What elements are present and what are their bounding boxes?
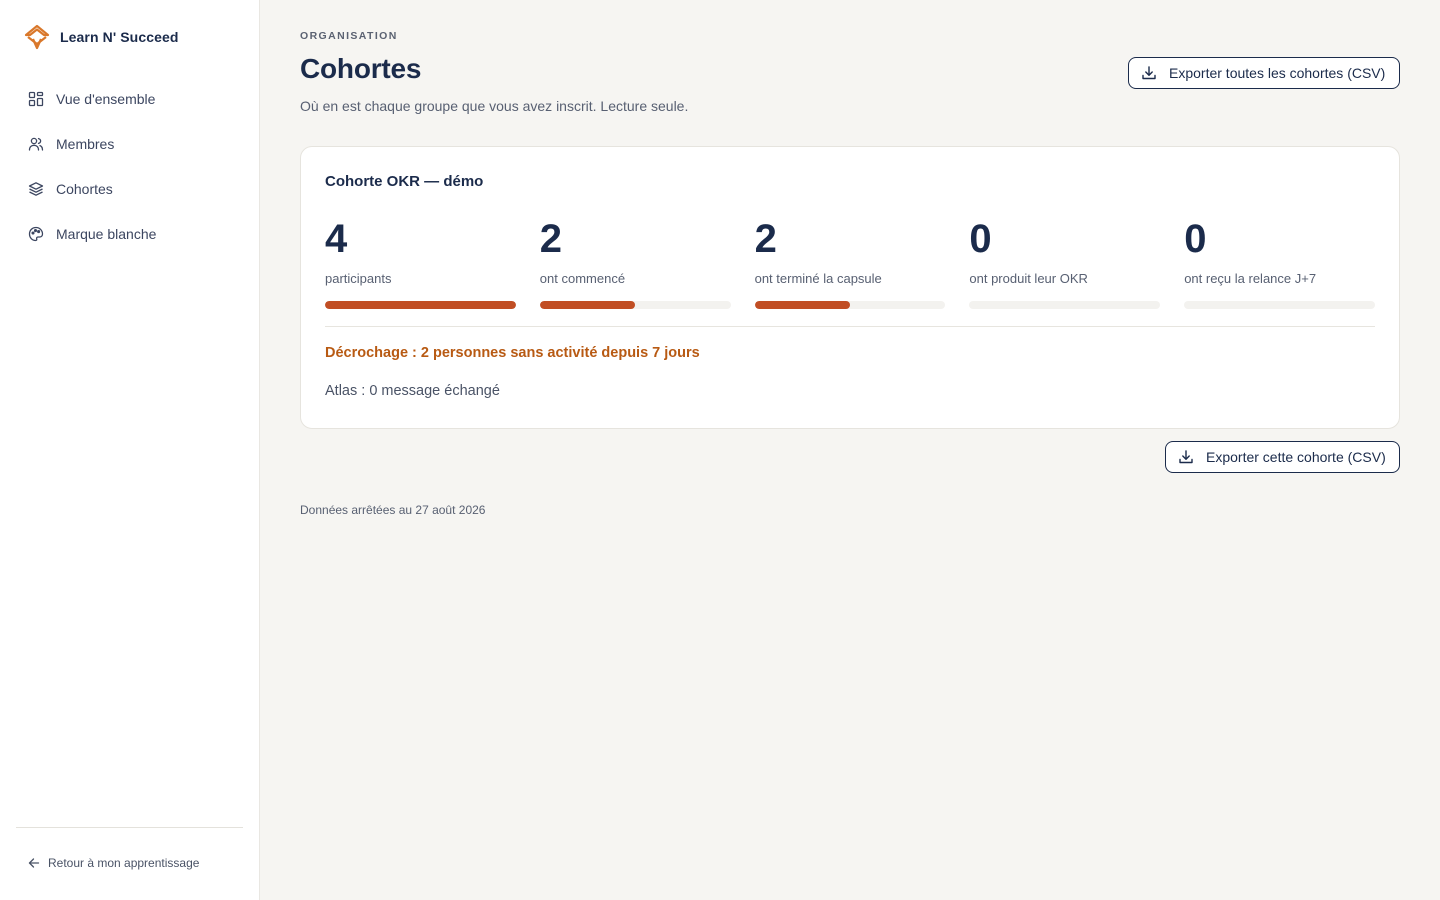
download-icon xyxy=(1179,450,1193,464)
progress-bar-fill xyxy=(754,301,850,309)
progress-bar xyxy=(969,301,1161,309)
dashboard-grid-icon xyxy=(28,91,44,106)
stat-label: participants xyxy=(325,271,392,286)
atlas-messages: Atlas : 0 message échangé xyxy=(325,383,500,399)
brand[interactable]: Learn N' Succeed xyxy=(24,24,179,50)
users-icon xyxy=(28,137,44,151)
download-icon xyxy=(1142,66,1156,80)
stat-label: ont produit leur OKR xyxy=(969,271,1088,286)
cohort-stats: 4 participants 2 ont commencé 2 ont term… xyxy=(325,217,1375,309)
export-all-label: Exporter toutes les cohortes (CSV) xyxy=(1169,65,1386,81)
cohort-title: Cohorte OKR — démo xyxy=(325,173,484,190)
section-eyebrow: ORGANISATION xyxy=(300,30,398,42)
stat-started: 2 ont commencé xyxy=(539,217,731,309)
arrow-left-icon xyxy=(28,858,40,868)
sidebar-item-label: Membres xyxy=(56,135,115,152)
card-divider xyxy=(325,326,1375,327)
page-title: Cohortes xyxy=(300,53,422,84)
stat-value: 2 xyxy=(539,217,563,261)
sidebar-item-members[interactable]: Membres xyxy=(16,121,244,166)
stat-value: 4 xyxy=(325,217,348,261)
sidebar-divider xyxy=(16,827,243,828)
stat-label: ont commencé xyxy=(539,271,626,286)
dropout-alert: Décrochage : 2 personnes sans activité d… xyxy=(325,345,700,361)
stat-value: 2 xyxy=(754,217,777,261)
palette-icon xyxy=(28,226,44,241)
sidebar-item-cohorts[interactable]: Cohortes xyxy=(16,166,244,211)
progress-bar xyxy=(1184,301,1375,309)
sidebar-item-label: Vue d'ensemble xyxy=(56,90,156,107)
export-cohort-label: Exporter cette cohorte (CSV) xyxy=(1206,449,1386,465)
brand-logo-icon xyxy=(24,24,50,50)
cohort-card: Cohorte OKR — démo 4 participants 2 ont … xyxy=(300,146,1400,429)
progress-bar-fill xyxy=(325,301,516,309)
back-to-learning-link[interactable]: Retour à mon apprentissage xyxy=(28,852,199,874)
back-link-label: Retour à mon apprentissage xyxy=(48,856,200,870)
stat-label: ont terminé la capsule xyxy=(754,271,882,286)
sidebar-item-label: Cohortes xyxy=(56,180,113,197)
main-content: ORGANISATION Cohortes Où en est chaque g… xyxy=(300,0,1400,900)
sidebar-item-overview[interactable]: Vue d'ensemble xyxy=(16,76,244,121)
layers-icon xyxy=(28,181,44,196)
stat-produced-okr: 0 ont produit leur OKR xyxy=(969,217,1161,309)
export-cohort-button[interactable]: Exporter cette cohorte (CSV) xyxy=(1165,441,1400,473)
page-subtitle: Où en est chaque groupe que vous avez in… xyxy=(300,98,689,114)
progress-bar xyxy=(325,301,516,309)
stat-reminder-j7: 0 ont reçu la relance J+7 xyxy=(1184,217,1375,309)
sidebar-item-label: Marque blanche xyxy=(56,225,157,242)
stat-label: ont reçu la relance J+7 xyxy=(1184,271,1317,286)
data-freshness-note: Données arrêtées au 27 août 2026 xyxy=(300,503,486,517)
stat-participants: 4 participants xyxy=(325,217,516,309)
progress-bar xyxy=(754,301,946,309)
sidebar-item-white-label[interactable]: Marque blanche xyxy=(16,211,244,256)
sidebar: Learn N' Succeed Vue d'ensemble Membres xyxy=(0,0,260,900)
stat-value: 0 xyxy=(969,217,992,261)
sidebar-nav: Vue d'ensemble Membres Cohortes Marque b… xyxy=(16,76,244,256)
brand-name: Learn N' Succeed xyxy=(60,29,179,45)
stat-completed-capsule: 2 ont terminé la capsule xyxy=(754,217,946,309)
export-all-cohorts-button[interactable]: Exporter toutes les cohortes (CSV) xyxy=(1128,57,1400,89)
progress-bar-fill xyxy=(539,301,636,309)
progress-bar xyxy=(539,301,731,309)
stat-value: 0 xyxy=(1184,217,1207,261)
